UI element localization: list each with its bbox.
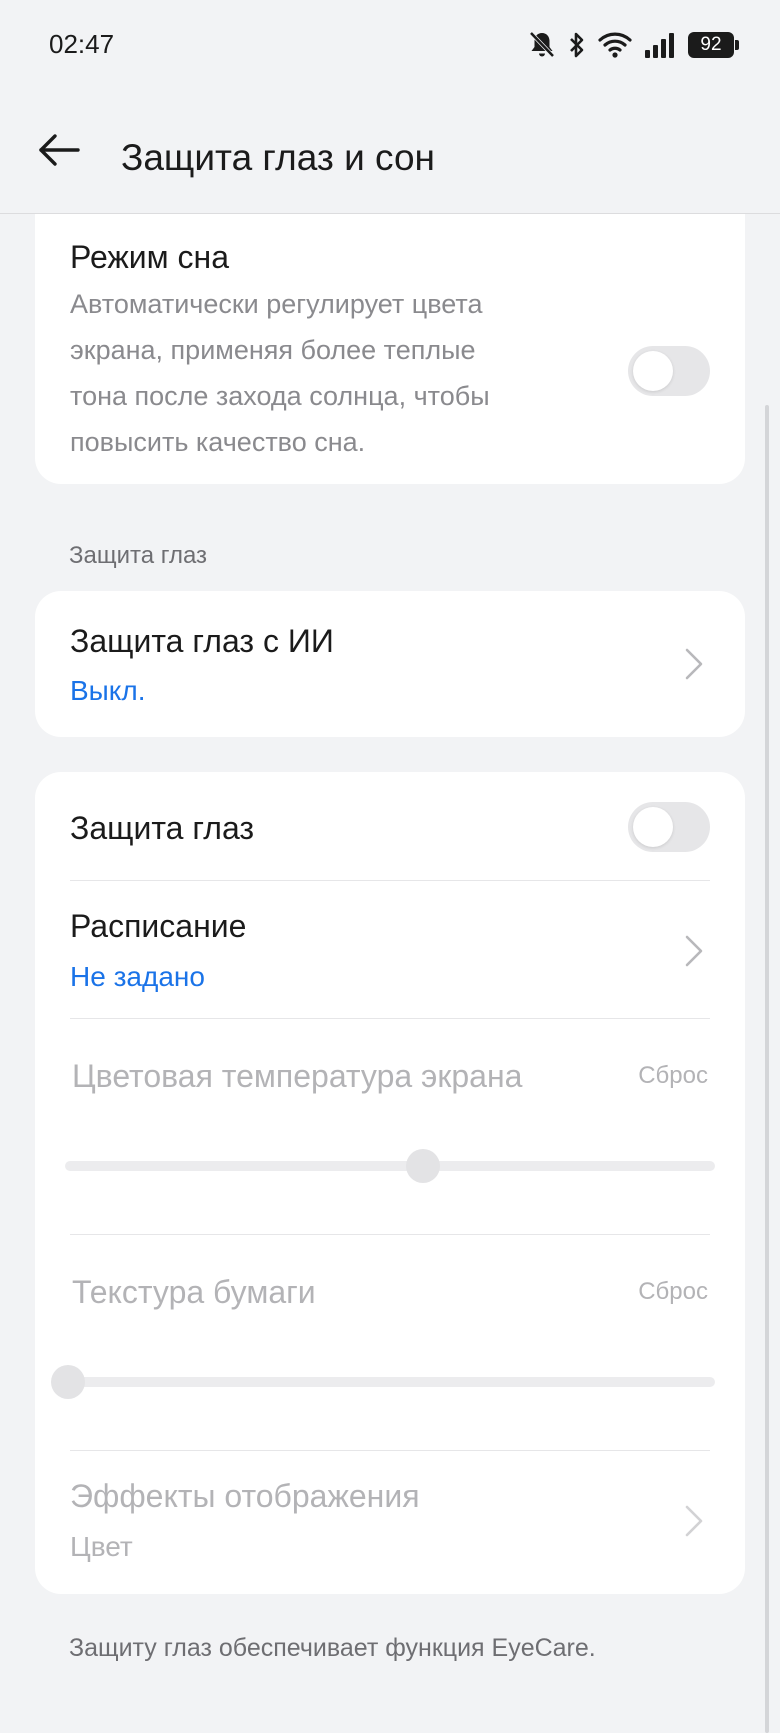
battery-icon: 92	[688, 32, 739, 58]
ai-eye-protection-item[interactable]: Защита глаз с ИИ Выкл.	[35, 591, 745, 737]
toggle-knob	[633, 807, 673, 847]
battery-level: 92	[700, 34, 722, 55]
sleep-mode-toggle[interactable]	[628, 346, 710, 396]
app-header: Защита глаз и сон	[0, 90, 780, 214]
toggle-knob	[633, 351, 673, 391]
eye-protection-card: Защита глаз Расписание Не задано Цветова…	[35, 772, 745, 1594]
color-temperature-title: Цветовая температура экрана	[72, 1058, 523, 1094]
ai-eye-protection-title: Защита глаз с ИИ	[70, 623, 334, 659]
divider	[70, 1018, 710, 1019]
chevron-right-icon	[685, 935, 703, 967]
eye-protection-toggle[interactable]	[628, 802, 710, 852]
footer-note: Защиту глаз обеспечивает функция EyeCare…	[69, 1634, 596, 1662]
sleep-mode-description: Автоматически регулирует цвета экрана, п…	[70, 289, 490, 457]
status-icons: 92	[528, 28, 739, 62]
bluetooth-icon	[568, 30, 586, 60]
slider-thumb[interactable]	[51, 1365, 85, 1399]
signal-icon	[644, 31, 676, 59]
slider-thumb[interactable]	[405, 1149, 440, 1183]
color-temperature-slider[interactable]	[65, 1149, 715, 1183]
color-temperature-reset-button[interactable]: Сброс	[638, 1062, 708, 1090]
back-button[interactable]	[36, 132, 82, 172]
display-effects-title: Эффекты отображения	[70, 1478, 420, 1514]
arrow-left-icon	[37, 133, 81, 172]
screen: 02:47 92 Защита глаз и сон Режим сна Авт…	[0, 0, 780, 1733]
status-time: 02:47	[49, 29, 115, 59]
display-effects-value: Цвет	[70, 1531, 133, 1562]
schedule-title: Расписание	[70, 908, 247, 944]
wifi-icon	[598, 31, 632, 59]
battery-tip	[735, 40, 739, 50]
divider	[70, 880, 710, 881]
sleep-mode-title: Режим сна	[70, 239, 230, 275]
page-title: Защита глаз и сон	[121, 137, 435, 178]
divider	[70, 1450, 710, 1451]
schedule-value: Не задано	[70, 961, 205, 992]
paper-texture-title: Текстура бумаги	[72, 1274, 316, 1310]
ai-eye-protection-value: Выкл.	[70, 675, 146, 706]
chevron-right-icon	[685, 648, 703, 680]
bell-off-icon	[528, 30, 556, 60]
eye-protection-title: Защита глаз	[70, 810, 255, 846]
paper-texture-reset-button[interactable]: Сброс	[638, 1278, 708, 1306]
scrollbar[interactable]	[765, 405, 769, 1733]
chevron-right-icon	[685, 1505, 703, 1537]
status-bar: 02:47 92	[0, 0, 780, 90]
settings-list[interactable]: Режим сна Автоматически регулирует цвета…	[0, 214, 780, 1733]
paper-texture-slider[interactable]	[51, 1365, 715, 1399]
divider	[70, 1234, 710, 1235]
section-header-eye-protection: Защита глаз	[69, 542, 208, 569]
sleep-mode-card[interactable]: Режим сна Автоматически регулирует цвета…	[35, 214, 745, 484]
